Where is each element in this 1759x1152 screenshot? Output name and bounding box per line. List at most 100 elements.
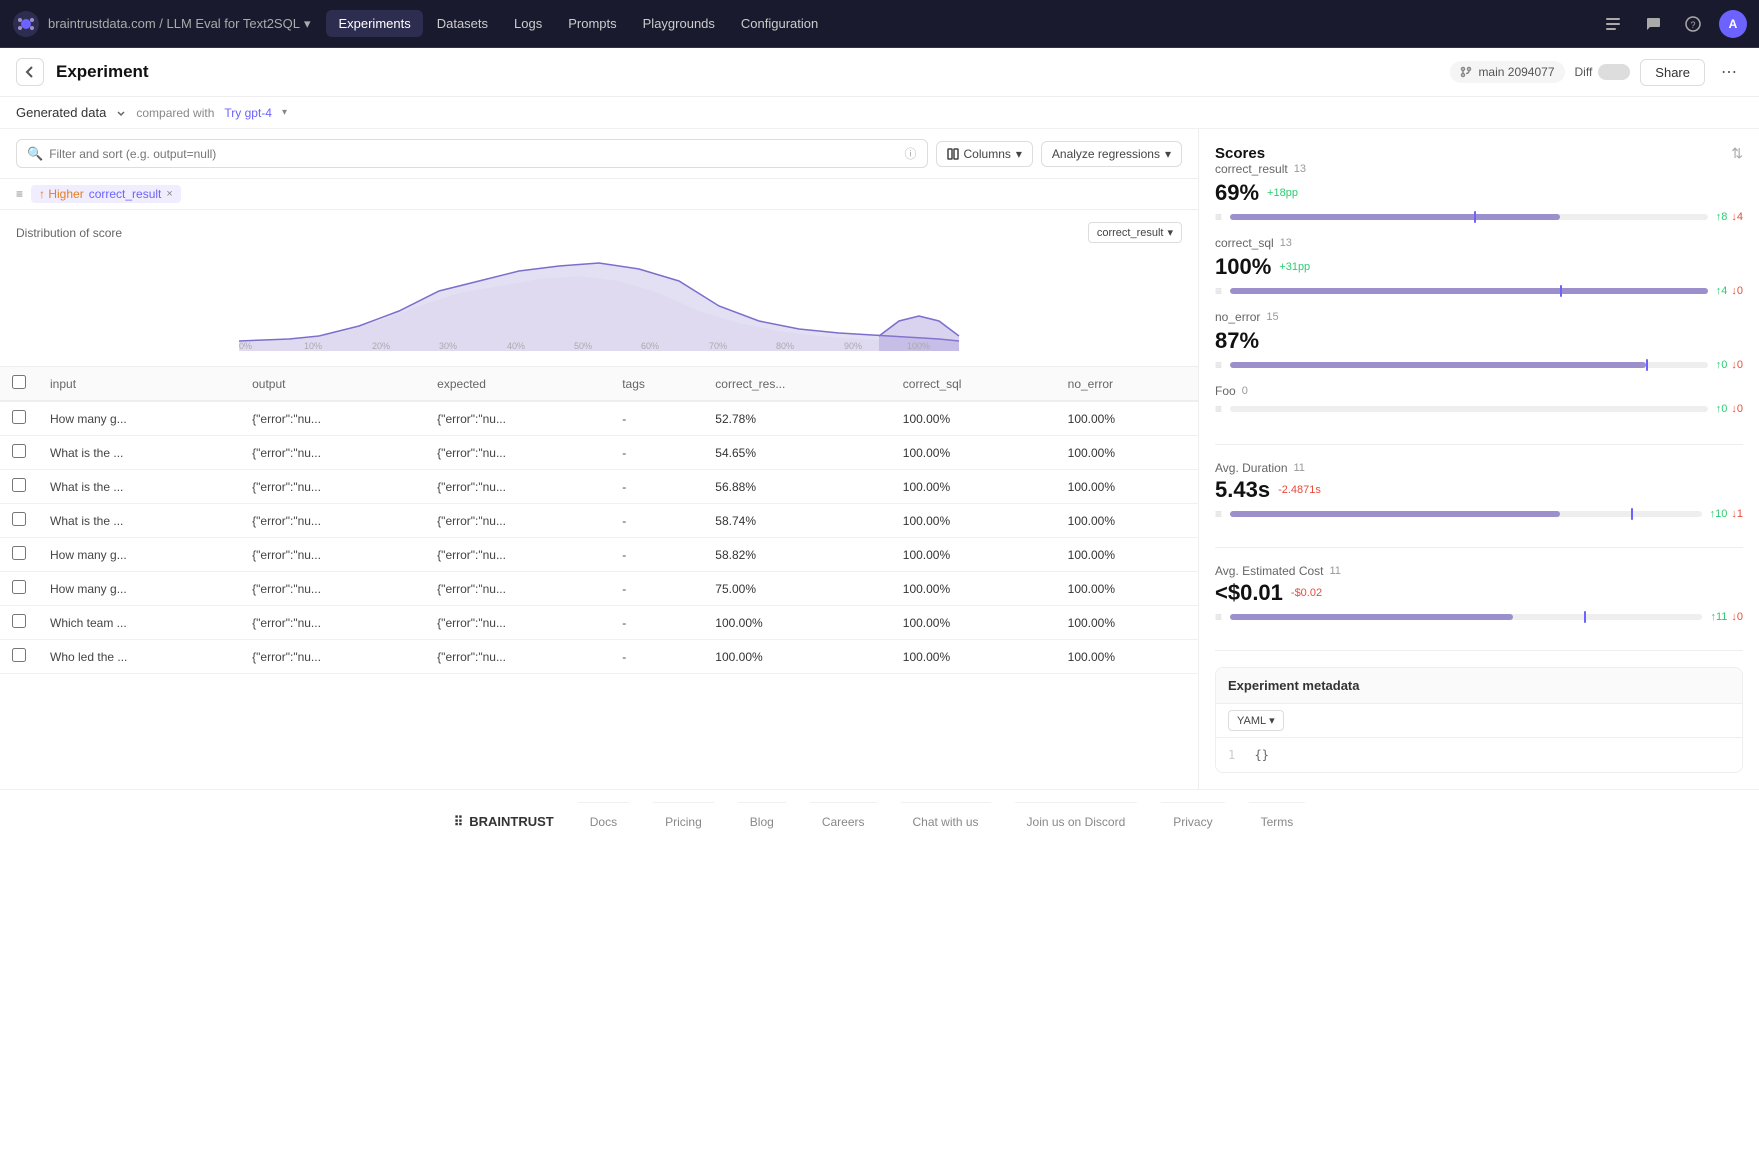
cell-no-error-4: 100.00% <box>1056 538 1198 572</box>
table-row[interactable]: How many g... {"error":"nu... {"error":"… <box>0 538 1198 572</box>
cell-no-error-2: 100.00% <box>1056 470 1198 504</box>
help-icon-button[interactable]: ? <box>1679 10 1707 38</box>
col-input[interactable]: input <box>38 367 240 401</box>
chart-title: Distribution of score <box>16 226 122 240</box>
arrow-down-foo: ↓0 <box>1731 403 1743 415</box>
score-arrows-foo: ↑0 ↓0 <box>1716 403 1743 415</box>
avg-cost-value: <$0.01 <box>1215 580 1283 606</box>
nav-configuration[interactable]: Configuration <box>729 10 830 37</box>
nav-prompts[interactable]: Prompts <box>556 10 628 37</box>
avg-cost-arrows: ↑11 ↓0 <box>1710 611 1743 623</box>
sidebar-icon-button[interactable] <box>1599 10 1627 38</box>
nav-right: ? A <box>1599 10 1747 38</box>
score-filter-btn-correct-sql[interactable]: ≡ <box>1215 284 1222 298</box>
share-button[interactable]: Share <box>1640 59 1705 86</box>
active-filters: ≡ ↑ Higher Higher correct_result correct… <box>0 179 1198 210</box>
filter-remove-button[interactable]: × <box>166 188 172 200</box>
line-content-1: {} <box>1254 748 1268 762</box>
data-label-row: Generated data compared with Try gpt-4 ▾ <box>0 97 1759 129</box>
select-all-checkbox[interactable] <box>12 375 26 389</box>
cell-expected-3: {"error":"nu... <box>425 504 610 538</box>
table-header-row: input output expected tags correct_res..… <box>0 367 1198 401</box>
cell-correct-sql-4: 100.00% <box>891 538 1056 572</box>
diff-label: Diff <box>1575 65 1593 79</box>
footer-link-blog[interactable]: Blog <box>738 802 786 841</box>
footer-link-careers[interactable]: Careers <box>810 802 877 841</box>
nav-logs[interactable]: Logs <box>502 10 554 37</box>
footer: ⠿ BRAINTRUST Docs Pricing Blog Careers C… <box>0 789 1759 853</box>
scores-filter-icon[interactable]: ⇅ <box>1731 145 1743 162</box>
diff-switch[interactable] <box>1598 64 1630 80</box>
columns-icon <box>947 148 959 160</box>
more-options-button[interactable]: ⋯ <box>1715 58 1743 86</box>
cell-correct-sql-2: 100.00% <box>891 470 1056 504</box>
row-checkbox-1[interactable] <box>12 444 26 458</box>
row-checkbox-2[interactable] <box>12 478 26 492</box>
score-count-correct-sql: 13 <box>1280 237 1292 249</box>
avg-duration-count: 11 <box>1294 462 1305 474</box>
score-filter-btn-no-error[interactable]: ≡ <box>1215 358 1222 372</box>
table-row[interactable]: How many g... {"error":"nu... {"error":"… <box>0 572 1198 606</box>
divider-3 <box>1215 650 1743 651</box>
compared-dropdown-icon[interactable]: ▾ <box>282 107 287 118</box>
score-bar-no-error <box>1230 362 1708 368</box>
row-checkbox-0[interactable] <box>12 410 26 424</box>
footer-link-terms[interactable]: Terms <box>1249 802 1306 841</box>
filter-search-container[interactable]: 🔍 ⓘ <box>16 139 928 168</box>
footer-link-chat[interactable]: Chat with us <box>901 802 991 841</box>
active-filter-tag: ↑ Higher Higher correct_result correct_r… <box>31 185 181 203</box>
compared-link[interactable]: Try gpt-4 <box>224 106 272 120</box>
col-correct-result[interactable]: correct_res... <box>703 367 890 401</box>
chart-container: Distribution of score correct_result ▾ 0… <box>0 210 1198 367</box>
row-checkbox-4[interactable] <box>12 546 26 560</box>
cell-correct-result-4: 58.82% <box>703 538 890 572</box>
nav-playgrounds[interactable]: Playgrounds <box>631 10 727 37</box>
score-filter-btn-foo[interactable]: ≡ <box>1215 402 1222 416</box>
row-checkbox-7[interactable] <box>12 648 26 662</box>
avg-duration-value: 5.43s <box>1215 477 1270 503</box>
scores-section: Scores ⇅ correct_result 13 69% +18pp ≡ <box>1215 145 1743 428</box>
chart-metric-selector[interactable]: correct_result ▾ <box>1088 222 1182 243</box>
score-filter-btn-correct-result[interactable]: ≡ <box>1215 210 1222 224</box>
footer-link-docs[interactable]: Docs <box>578 802 629 841</box>
table-row[interactable]: What is the ... {"error":"nu... {"error"… <box>0 504 1198 538</box>
nav-datasets[interactable]: Datasets <box>425 10 500 37</box>
table-row[interactable]: What is the ... {"error":"nu... {"error"… <box>0 436 1198 470</box>
table-row[interactable]: Which team ... {"error":"nu... {"error":… <box>0 606 1198 640</box>
nav-experiments[interactable]: Experiments <box>326 10 422 37</box>
arrow-up-correct-result: ↑8 <box>1716 211 1728 223</box>
cell-tags-0: - <box>610 401 703 436</box>
table-row[interactable]: Who led the ... {"error":"nu... {"error"… <box>0 640 1198 674</box>
row-checkbox-3[interactable] <box>12 512 26 526</box>
brand-logo[interactable] <box>12 10 40 38</box>
footer-link-pricing[interactable]: Pricing <box>653 802 714 841</box>
table-row[interactable]: How many g... {"error":"nu... {"error":"… <box>0 401 1198 436</box>
user-avatar[interactable]: A <box>1719 10 1747 38</box>
score-bar-marker-correct-result <box>1474 211 1476 223</box>
col-correct-sql[interactable]: correct_sql <box>891 367 1056 401</box>
data-dropdown-icon[interactable] <box>116 108 126 118</box>
col-expected[interactable]: expected <box>425 367 610 401</box>
col-tags[interactable]: tags <box>610 367 703 401</box>
avg-cost-filter-icon[interactable]: ≡ <box>1215 610 1222 624</box>
search-input[interactable] <box>49 147 898 161</box>
columns-button[interactable]: Columns ▾ <box>936 141 1033 167</box>
metadata-toolbar: YAML ▾ <box>1216 704 1742 738</box>
score-name-no-error: no_error <box>1215 310 1260 324</box>
score-value-correct-result: 69% <box>1215 180 1259 206</box>
col-output[interactable]: output <box>240 367 425 401</box>
row-checkbox-5[interactable] <box>12 580 26 594</box>
back-button[interactable] <box>16 58 44 86</box>
breadcrumb-dropdown[interactable]: ▾ <box>304 16 311 32</box>
footer-link-discord[interactable]: Join us on Discord <box>1015 802 1138 841</box>
score-arrows-no-error: ↑0 ↓0 <box>1716 359 1743 371</box>
avg-duration-filter-icon[interactable]: ≡ <box>1215 507 1222 521</box>
chat-icon-button[interactable] <box>1639 10 1667 38</box>
col-no-error[interactable]: no_error <box>1056 367 1198 401</box>
cell-correct-result-6: 100.00% <box>703 606 890 640</box>
footer-link-privacy[interactable]: Privacy <box>1161 802 1224 841</box>
table-row[interactable]: What is the ... {"error":"nu... {"error"… <box>0 470 1198 504</box>
row-checkbox-6[interactable] <box>12 614 26 628</box>
analyze-regressions-button[interactable]: Analyze regressions ▾ <box>1041 141 1182 167</box>
yaml-format-button[interactable]: YAML ▾ <box>1228 710 1284 731</box>
